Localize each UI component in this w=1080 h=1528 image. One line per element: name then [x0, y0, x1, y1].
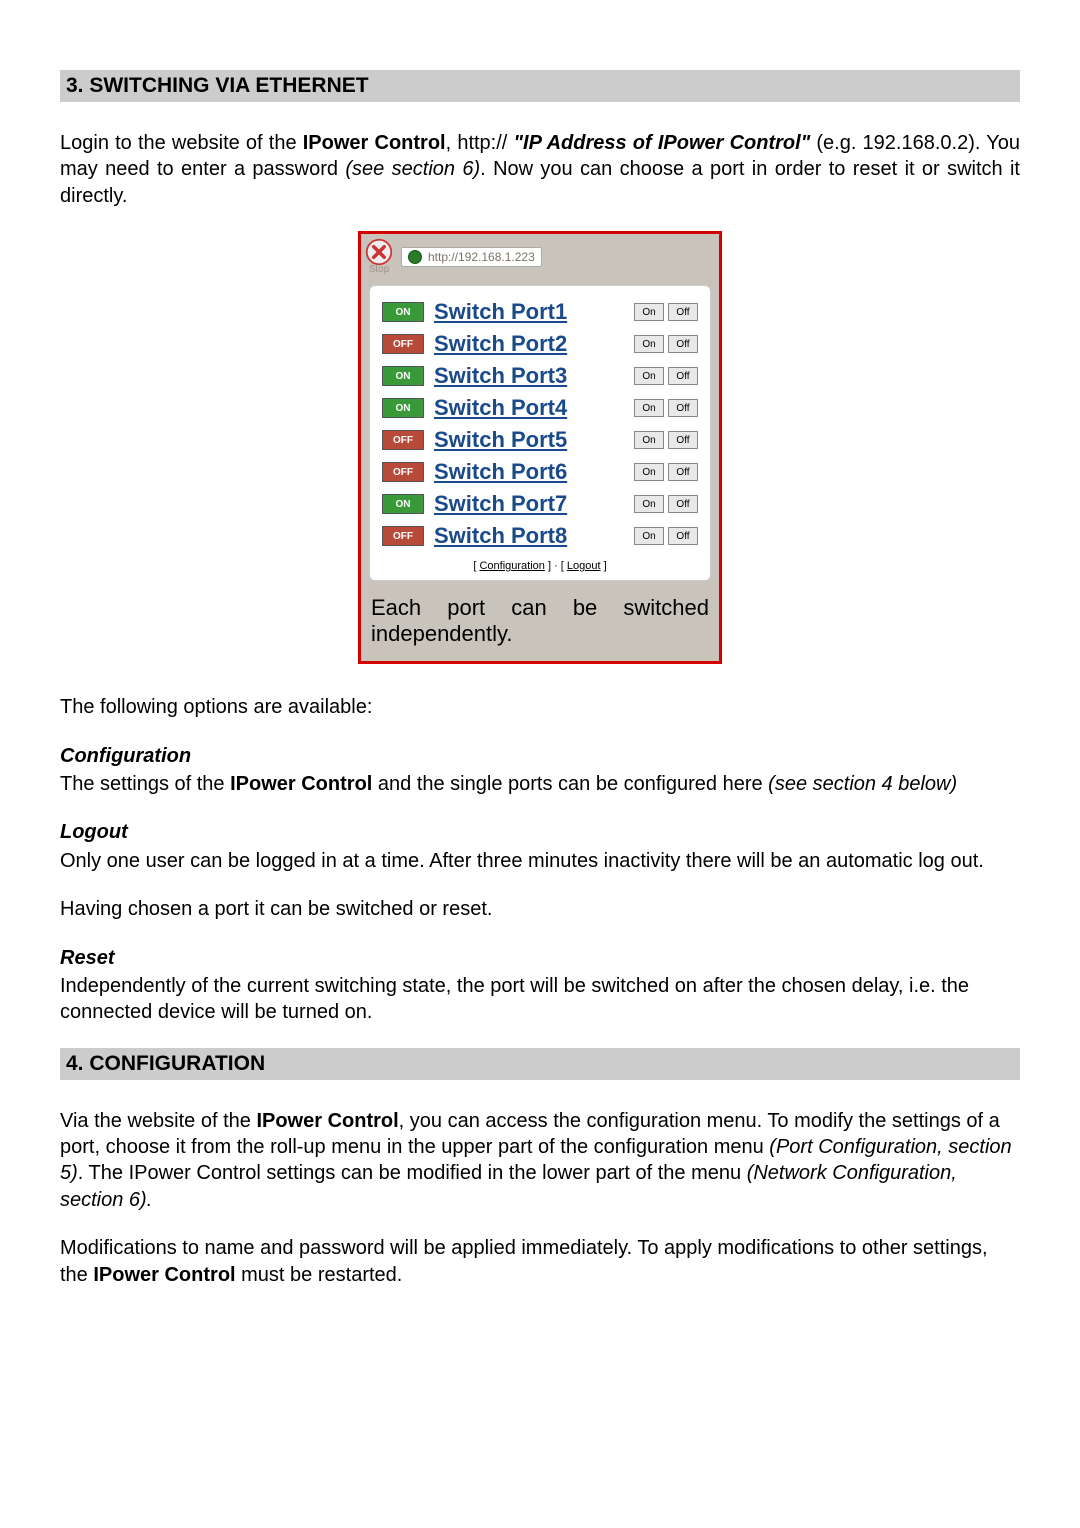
- stop-icon: [365, 238, 393, 266]
- address-bar[interactable]: http://192.168.1.223: [401, 247, 542, 267]
- port-on-button[interactable]: On: [634, 303, 664, 321]
- stop-button[interactable]: Stop: [365, 238, 393, 275]
- port-off-button[interactable]: Off: [668, 431, 698, 449]
- text-bold: IPower Control: [93, 1264, 235, 1286]
- port-link[interactable]: Switch Port1: [434, 299, 630, 325]
- section-4-header: 4. CONFIGURATION: [60, 1048, 1020, 1080]
- text-bold: IPower Control: [303, 132, 446, 154]
- text-bold: IPower Control: [256, 1110, 398, 1132]
- screenshot-figure: Stop http://192.168.1.223 ON Switch Port1…: [358, 231, 722, 664]
- port-link[interactable]: Switch Port7: [434, 491, 630, 517]
- browser-toolbar: Stop http://192.168.1.223: [361, 234, 719, 277]
- text: Login to the website of the: [60, 132, 303, 154]
- port-off-button[interactable]: Off: [668, 399, 698, 417]
- url-text: http://192.168.1.223: [428, 250, 535, 264]
- ports-panel: ONSwitch Port1OnOffOFFSwitch Port2OnOffO…: [369, 285, 711, 581]
- text: Independently of the current switching s…: [60, 975, 969, 1023]
- port-row: ON Switch Port7OnOff: [382, 488, 698, 520]
- port-state-badge: ON: [382, 302, 424, 322]
- port-on-button[interactable]: On: [634, 335, 664, 353]
- text-italic: (see section 4 below): [768, 773, 957, 795]
- configuration-paragraph: Configuration The settings of the IPower…: [60, 743, 1020, 798]
- text: The settings of the: [60, 773, 230, 795]
- section-4-p2: Modifications to name and password will …: [60, 1235, 1020, 1288]
- port-off-button[interactable]: Off: [668, 335, 698, 353]
- port-state-badge: OFF: [382, 430, 424, 450]
- panel-footer: [ Configuration ] · [ Logout ]: [382, 560, 698, 572]
- figure-caption: Each port can be switched independently.: [361, 589, 719, 661]
- port-link[interactable]: Switch Port6: [434, 459, 630, 485]
- configuration-subhead: Configuration: [60, 743, 1020, 769]
- text: , http://: [446, 132, 514, 154]
- logout-paragraph: Logout Only one user can be logged in at…: [60, 819, 1020, 874]
- port-state-badge: OFF: [382, 462, 424, 482]
- port-state-badge: ON: [382, 366, 424, 386]
- chosen-port-paragraph: Having chosen a port it can be switched …: [60, 896, 1020, 922]
- globe-icon: [408, 250, 422, 264]
- reset-subhead: Reset: [60, 945, 1020, 971]
- text: . The IPower Control settings can be mod…: [78, 1162, 747, 1184]
- port-on-button[interactable]: On: [634, 495, 664, 513]
- separator: ] · [: [545, 560, 567, 572]
- section-3-header: 3. SWITCHING VIA ETHERNET: [60, 70, 1020, 102]
- port-on-button[interactable]: On: [634, 399, 664, 417]
- text-bold: IPower Control: [230, 773, 372, 795]
- logout-link[interactable]: Logout: [567, 560, 601, 572]
- port-on-button[interactable]: On: [634, 463, 664, 481]
- logout-subhead: Logout: [60, 819, 1020, 845]
- port-state-badge: ON: [382, 398, 424, 418]
- text-italic: (see section 6): [345, 158, 480, 180]
- port-row: ON Switch Port4OnOff: [382, 392, 698, 424]
- port-link[interactable]: Switch Port2: [434, 331, 630, 357]
- section-3-intro: Login to the website of the IPower Contr…: [60, 130, 1020, 209]
- port-off-button[interactable]: Off: [668, 463, 698, 481]
- text-bolditalic: "IP Address of IPower Control": [514, 132, 811, 154]
- text: must be restarted.: [236, 1264, 403, 1286]
- text: Only one user can be logged in at a time…: [60, 850, 984, 872]
- port-off-button[interactable]: Off: [668, 367, 698, 385]
- configuration-link[interactable]: Configuration: [479, 560, 544, 572]
- port-row: OFF Switch Port2OnOff: [382, 328, 698, 360]
- port-state-badge: OFF: [382, 526, 424, 546]
- port-on-button[interactable]: On: [634, 367, 664, 385]
- port-off-button[interactable]: Off: [668, 495, 698, 513]
- port-link[interactable]: Switch Port4: [434, 395, 630, 421]
- port-state-badge: OFF: [382, 334, 424, 354]
- port-row: ON Switch Port1OnOff: [382, 296, 698, 328]
- port-row: ON Switch Port3OnOff: [382, 360, 698, 392]
- section-4-p1: Via the website of the IPower Control, y…: [60, 1108, 1020, 1214]
- port-row: OFF Switch Port8OnOff: [382, 520, 698, 552]
- port-on-button[interactable]: On: [634, 527, 664, 545]
- port-on-button[interactable]: On: [634, 431, 664, 449]
- text: Via the website of the: [60, 1110, 256, 1132]
- port-off-button[interactable]: Off: [668, 527, 698, 545]
- options-intro: The following options are available:: [60, 694, 1020, 720]
- port-off-button[interactable]: Off: [668, 303, 698, 321]
- document-page: 3. SWITCHING VIA ETHERNET Login to the w…: [0, 0, 1080, 1528]
- text: and the single ports can be configured h…: [372, 773, 768, 795]
- reset-paragraph: Reset Independently of the current switc…: [60, 945, 1020, 1026]
- port-state-badge: ON: [382, 494, 424, 514]
- port-link[interactable]: Switch Port3: [434, 363, 630, 389]
- port-row: OFF Switch Port5OnOff: [382, 424, 698, 456]
- port-link[interactable]: Switch Port8: [434, 523, 630, 549]
- port-row: OFF Switch Port6OnOff: [382, 456, 698, 488]
- port-link[interactable]: Switch Port5: [434, 427, 630, 453]
- stop-label: Stop: [369, 264, 390, 275]
